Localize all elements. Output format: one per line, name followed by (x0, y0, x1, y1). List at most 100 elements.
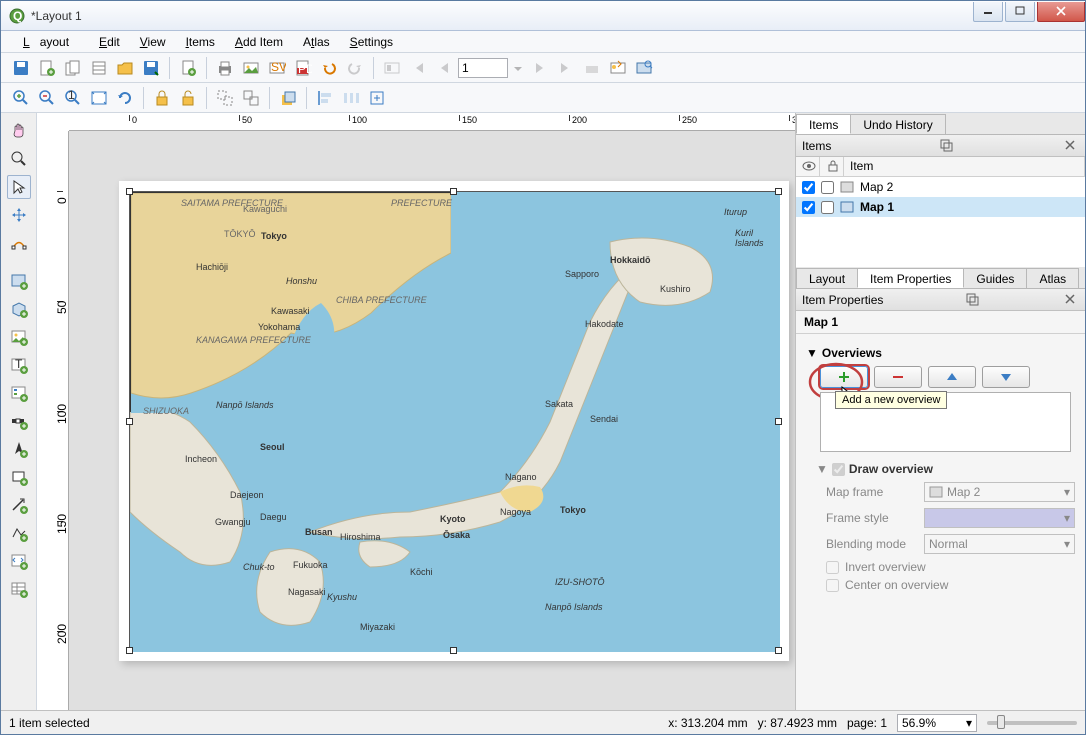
export-image-button[interactable] (239, 56, 263, 80)
zoom-combo[interactable]: 56.9%▾ (897, 714, 977, 732)
layout-manager-button[interactable] (87, 56, 111, 80)
tab-items[interactable]: Items (796, 114, 851, 134)
move-content-tool[interactable] (7, 203, 31, 227)
duplicate-layout-button[interactable] (61, 56, 85, 80)
menu-view[interactable]: View (130, 32, 176, 52)
item-locked-checkbox[interactable] (821, 181, 834, 194)
redo-button[interactable] (343, 56, 367, 80)
zoom-slider[interactable] (987, 721, 1077, 725)
maximize-button[interactable] (1005, 2, 1035, 22)
select-tool[interactable] (7, 175, 31, 199)
draw-overview-section[interactable]: ▼ Draw overview (816, 462, 1075, 476)
add-legend-tool[interactable] (7, 381, 31, 405)
tab-atlas[interactable]: Atlas (1026, 268, 1079, 288)
menu-edit[interactable]: Edit (89, 32, 130, 52)
zoom-full-button[interactable] (87, 86, 111, 110)
close-panel-icon[interactable] (1063, 138, 1079, 154)
add-scalebar-tool[interactable] (7, 409, 31, 433)
map-item-map1[interactable]: Hokkaidō Sapporo Kushiro Hakodate Sendai… (129, 191, 779, 651)
atlas-prev-button[interactable] (432, 56, 456, 80)
distribute-button[interactable] (339, 86, 363, 110)
menu-settings[interactable]: Settings (340, 32, 403, 52)
remove-overview-button[interactable] (874, 366, 922, 388)
overviews-section-header[interactable]: ▼ Overviews (806, 346, 1075, 360)
center-overview-checkbox[interactable] (826, 579, 839, 592)
add-overview-button[interactable] (820, 366, 868, 388)
menu-items[interactable]: Items (176, 32, 225, 52)
layout-canvas[interactable]: Hokkaidō Sapporo Kushiro Hakodate Sendai… (69, 131, 795, 710)
pan-tool[interactable] (7, 119, 31, 143)
menu-add-item[interactable]: Add Item (225, 32, 293, 52)
unlock-button[interactable] (176, 86, 200, 110)
save-template-button[interactable] (139, 56, 163, 80)
window-titlebar: Q *Layout 1 (1, 1, 1085, 31)
add-table-tool[interactable] (7, 577, 31, 601)
item-visible-checkbox[interactable] (802, 181, 815, 194)
zoom-actual-button[interactable]: 1 (61, 86, 85, 110)
map-item-map2[interactable]: SAITAMA PREFECTURE Kawaguchi PREFECTURE … (130, 192, 450, 412)
open-template-button[interactable] (113, 56, 137, 80)
tab-item-properties[interactable]: Item Properties (857, 268, 964, 288)
ruler-horizontal: 0 50 100 150 200 250 300 (69, 113, 795, 131)
align-left-button[interactable] (313, 86, 337, 110)
atlas-export-button[interactable] (606, 56, 630, 80)
move-overview-down-button[interactable] (982, 366, 1030, 388)
new-layout-button[interactable] (35, 56, 59, 80)
item-row-map1[interactable]: Map 1 (796, 197, 1085, 217)
save-button[interactable] (9, 56, 33, 80)
invert-overview-checkbox[interactable] (826, 561, 839, 574)
overviews-list[interactable]: Add a new overview (820, 392, 1071, 452)
tab-undo-history[interactable]: Undo History (850, 114, 945, 134)
move-overview-up-button[interactable] (928, 366, 976, 388)
frame-style-combo[interactable]: ▾ (924, 508, 1075, 528)
add-map-tool[interactable] (7, 269, 31, 293)
add-pages-button[interactable] (176, 56, 200, 80)
add-northarrow-tool[interactable] (7, 437, 31, 461)
raise-button[interactable] (276, 86, 300, 110)
map-frame-row: Map frame Map 2 ▾ (826, 482, 1075, 502)
undo-button[interactable] (317, 56, 341, 80)
atlas-next-button[interactable] (528, 56, 552, 80)
item-visible-checkbox[interactable] (802, 201, 815, 214)
atlas-print-button[interactable] (580, 56, 604, 80)
tab-layout[interactable]: Layout (796, 268, 858, 288)
refresh-button[interactable] (113, 86, 137, 110)
atlas-settings-button[interactable] (632, 56, 656, 80)
item-row-map2[interactable]: Map 2 (796, 177, 1085, 197)
group-button[interactable] (213, 86, 237, 110)
export-pdf-button[interactable]: PDF (291, 56, 315, 80)
atlas-preview-button[interactable] (380, 56, 404, 80)
close-button[interactable] (1037, 2, 1085, 22)
zoom-tool[interactable] (7, 147, 31, 171)
edit-nodes-tool[interactable] (7, 231, 31, 255)
add-shape-tool[interactable] (7, 465, 31, 489)
close-panel-icon[interactable] (1063, 292, 1079, 308)
print-button[interactable] (213, 56, 237, 80)
map-frame-combo[interactable]: Map 2 ▾ (924, 482, 1075, 502)
zoom-in-button[interactable] (9, 86, 33, 110)
add-html-tool[interactable] (7, 549, 31, 573)
export-svg-button[interactable]: SVG (265, 56, 289, 80)
atlas-page-input[interactable] (458, 58, 508, 78)
blending-mode-combo[interactable]: Normal▾ (924, 534, 1075, 554)
add-node-tool[interactable] (7, 521, 31, 545)
resize-button[interactable] (365, 86, 389, 110)
tab-guides[interactable]: Guides (963, 268, 1027, 288)
add-3dmap-tool[interactable] (7, 297, 31, 321)
undock-icon[interactable] (939, 138, 955, 154)
add-arrow-tool[interactable] (7, 493, 31, 517)
minimize-button[interactable] (973, 2, 1003, 22)
add-picture-tool[interactable] (7, 325, 31, 349)
menu-layout[interactable]: Layout (13, 32, 89, 52)
draw-overview-checkbox[interactable] (832, 463, 845, 476)
item-locked-checkbox[interactable] (821, 201, 834, 214)
zoom-out-button[interactable] (35, 86, 59, 110)
menu-atlas[interactable]: Atlas (293, 32, 340, 52)
add-label-tool[interactable]: T (7, 353, 31, 377)
undock-icon[interactable] (965, 292, 981, 308)
atlas-last-button[interactable] (554, 56, 578, 80)
atlas-first-button[interactable] (406, 56, 430, 80)
ungroup-button[interactable] (239, 86, 263, 110)
lock-button[interactable] (150, 86, 174, 110)
atlas-dropdown-button[interactable] (510, 56, 526, 80)
